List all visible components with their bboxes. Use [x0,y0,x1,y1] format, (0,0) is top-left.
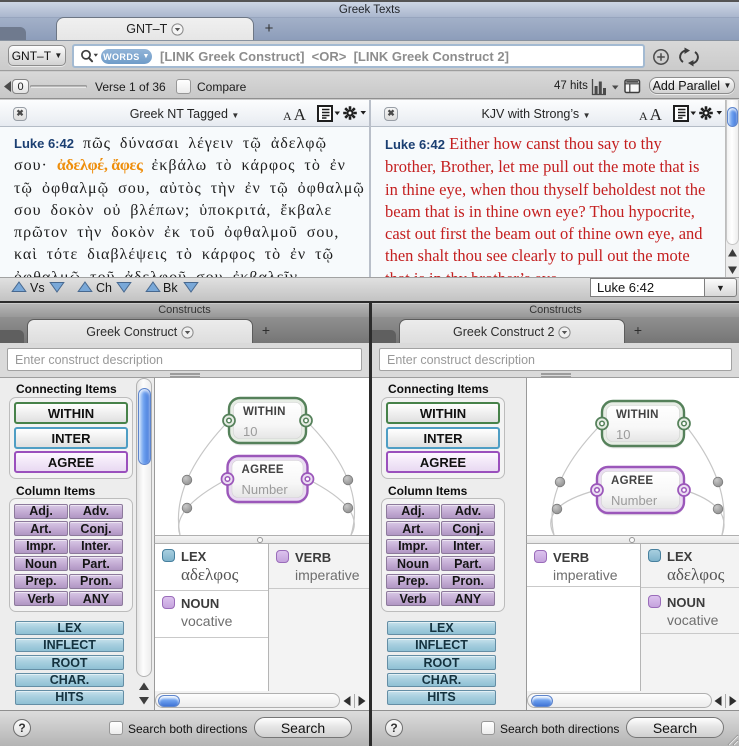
svg-text:10: 10 [243,424,257,439]
svg-text:AGREE: AGREE [242,464,284,476]
svg-text:WITHIN: WITHIN [616,409,659,421]
svg-text:AGREE: AGREE [611,475,653,487]
svg-text:Number: Number [242,482,289,497]
svg-text:10: 10 [616,427,630,442]
svg-text:Number: Number [611,493,658,508]
svg-text:WITHIN: WITHIN [243,406,286,418]
